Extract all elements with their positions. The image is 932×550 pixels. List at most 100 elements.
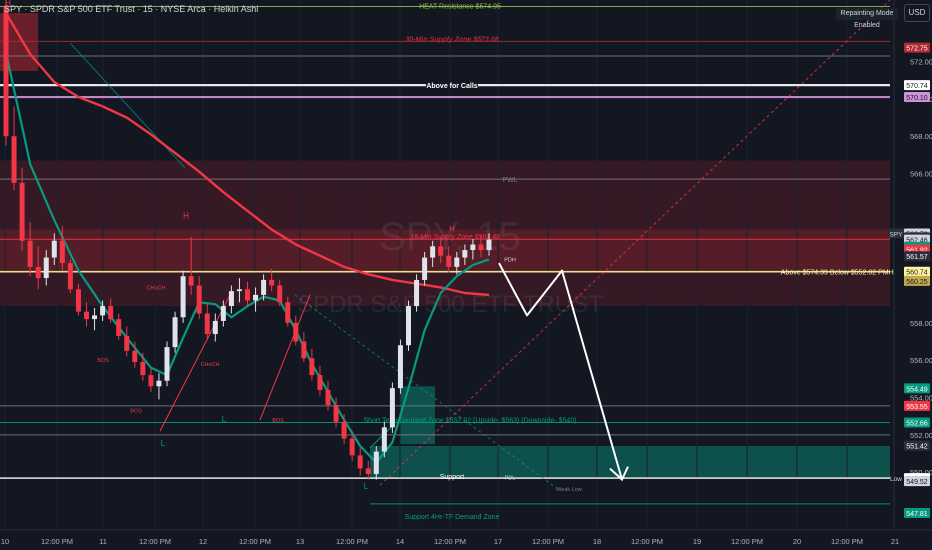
candle-body bbox=[261, 279, 267, 295]
candle-body bbox=[373, 451, 379, 475]
candle-body bbox=[333, 404, 339, 422]
level-label: Short Term Demand Zone $552.02 (Upside- … bbox=[363, 418, 576, 425]
candle-body bbox=[67, 263, 73, 290]
level-label: Above $574.39 Below $552.02 PMH 3/13 bbox=[781, 270, 910, 277]
time-tick-label: 21 bbox=[891, 537, 899, 546]
time-tick-label: 12:00 PM bbox=[139, 537, 171, 546]
candle-body bbox=[124, 335, 130, 351]
watermark-name: SPDR S&P 500 ETF TRUST bbox=[297, 291, 603, 318]
candle-body bbox=[220, 306, 226, 321]
candle-body bbox=[285, 302, 291, 323]
candle-body bbox=[397, 345, 403, 389]
chart-annotation: H bbox=[183, 211, 189, 220]
time-tick-label: 12:00 PM bbox=[831, 537, 863, 546]
candle-body bbox=[140, 362, 146, 376]
candle-body bbox=[196, 285, 202, 314]
chart-annotation: L bbox=[364, 482, 369, 491]
candle-body bbox=[172, 317, 178, 348]
level-label: HEAT Resistance $574.95 bbox=[419, 4, 501, 11]
time-tick-label: 13 bbox=[296, 537, 304, 546]
time-tick-label: 12:00 PM bbox=[41, 537, 73, 546]
time-tick-label: 12:00 PM bbox=[532, 537, 564, 546]
candle-body bbox=[27, 240, 33, 267]
price-tag-label: 570.74 bbox=[906, 83, 928, 90]
chart-annotation: L bbox=[222, 415, 227, 424]
chart-annotation: Weak Low bbox=[556, 487, 582, 493]
time-tick-label: 18 bbox=[593, 537, 601, 546]
candle-body bbox=[116, 319, 122, 336]
price-tag-label: 551.42 bbox=[906, 444, 928, 451]
chart-title: SPY · SPDR S&P 500 ETF Trust · 15 · NYSE… bbox=[4, 4, 259, 14]
price-tick-label: 558.00 bbox=[910, 319, 932, 328]
chart-annotation: PDH bbox=[504, 257, 516, 263]
candle-body bbox=[430, 246, 436, 258]
candle-body bbox=[406, 306, 411, 346]
candle-body bbox=[277, 285, 283, 303]
demand-zone-short-term bbox=[400, 386, 435, 445]
candle-body bbox=[228, 291, 234, 307]
candle-body bbox=[486, 239, 492, 251]
candle-body bbox=[59, 240, 65, 264]
candle-body bbox=[349, 438, 355, 456]
candle-body bbox=[108, 306, 114, 320]
level-label: PWL bbox=[502, 177, 517, 184]
level-label: Above for Calls bbox=[426, 83, 477, 90]
level-label: 30-Min Supply Zone $573.08 bbox=[405, 36, 498, 43]
candle-body bbox=[470, 244, 476, 251]
candle-body bbox=[454, 257, 460, 267]
chart-annotation: CHoCH bbox=[147, 285, 166, 291]
price-tick-label: 572.00 bbox=[910, 58, 932, 67]
candle-body bbox=[51, 240, 57, 258]
candle-body bbox=[43, 257, 49, 279]
candle-body bbox=[35, 266, 41, 279]
candle-body bbox=[19, 182, 25, 241]
symbol-tag-label: SPY bbox=[889, 231, 903, 238]
price-tick-label: 566.00 bbox=[910, 170, 932, 179]
level-label: Support 4Hr-TF Demand Zone bbox=[405, 514, 500, 521]
repainting-badge: Repainting Mode Enabled bbox=[836, 8, 898, 29]
time-tick-label: 10 bbox=[1, 537, 9, 546]
candle-body bbox=[422, 257, 428, 280]
candle-body bbox=[180, 276, 186, 318]
price-tick-label: 552.00 bbox=[910, 431, 932, 440]
candle-body bbox=[446, 255, 452, 267]
candle-body bbox=[100, 306, 106, 316]
time-tick-label: 12:00 PM bbox=[336, 537, 368, 546]
price-tag-label: 570.10 bbox=[906, 95, 928, 102]
time-tick-label: 17 bbox=[494, 537, 502, 546]
price-chart[interactable]: SPY, 15 SPDR S&P 500 ETF TRUST HEAT Resi… bbox=[0, 0, 932, 550]
candle-body bbox=[253, 294, 259, 301]
time-tick-label: 14 bbox=[396, 537, 404, 546]
time-tick-label: 12:00 PM bbox=[631, 537, 663, 546]
price-tag-label: 560.74 bbox=[906, 270, 928, 277]
price-tag-label: 552.66 bbox=[906, 421, 928, 428]
candle-body bbox=[462, 250, 468, 258]
candle-body bbox=[301, 341, 307, 359]
candle-body bbox=[317, 375, 323, 391]
candle-body bbox=[11, 136, 17, 183]
price-tag-label: 572.75 bbox=[906, 46, 928, 53]
chart-annotation: L bbox=[161, 439, 166, 448]
time-tick-label: 12:00 PM bbox=[434, 537, 466, 546]
candle-body bbox=[414, 279, 420, 307]
candle-body bbox=[204, 313, 210, 335]
candle-body bbox=[269, 279, 275, 286]
candle-body bbox=[293, 322, 299, 342]
chart-annotation: BOS bbox=[97, 358, 109, 364]
candle-body bbox=[389, 388, 395, 428]
candle-body bbox=[381, 427, 387, 452]
time-tick-label: 20 bbox=[793, 537, 801, 546]
currency-button[interactable]: USD bbox=[904, 4, 930, 22]
demand-zone-4hr bbox=[370, 446, 890, 478]
price-tag-label: 554.49 bbox=[906, 386, 928, 393]
candle-body bbox=[148, 375, 154, 387]
candle-body bbox=[3, 5, 9, 137]
price-tag-label: 560.25 bbox=[906, 279, 928, 286]
price-tag-label: 561.57 bbox=[906, 254, 928, 261]
chart-annotation: H bbox=[449, 224, 455, 233]
price-tag-label: 553.55 bbox=[906, 404, 928, 411]
candle-body bbox=[309, 358, 315, 376]
chart-window: SPY, 15 SPDR S&P 500 ETF TRUST HEAT Resi… bbox=[0, 0, 932, 550]
candle-body bbox=[75, 289, 81, 312]
candle-body bbox=[438, 246, 444, 256]
